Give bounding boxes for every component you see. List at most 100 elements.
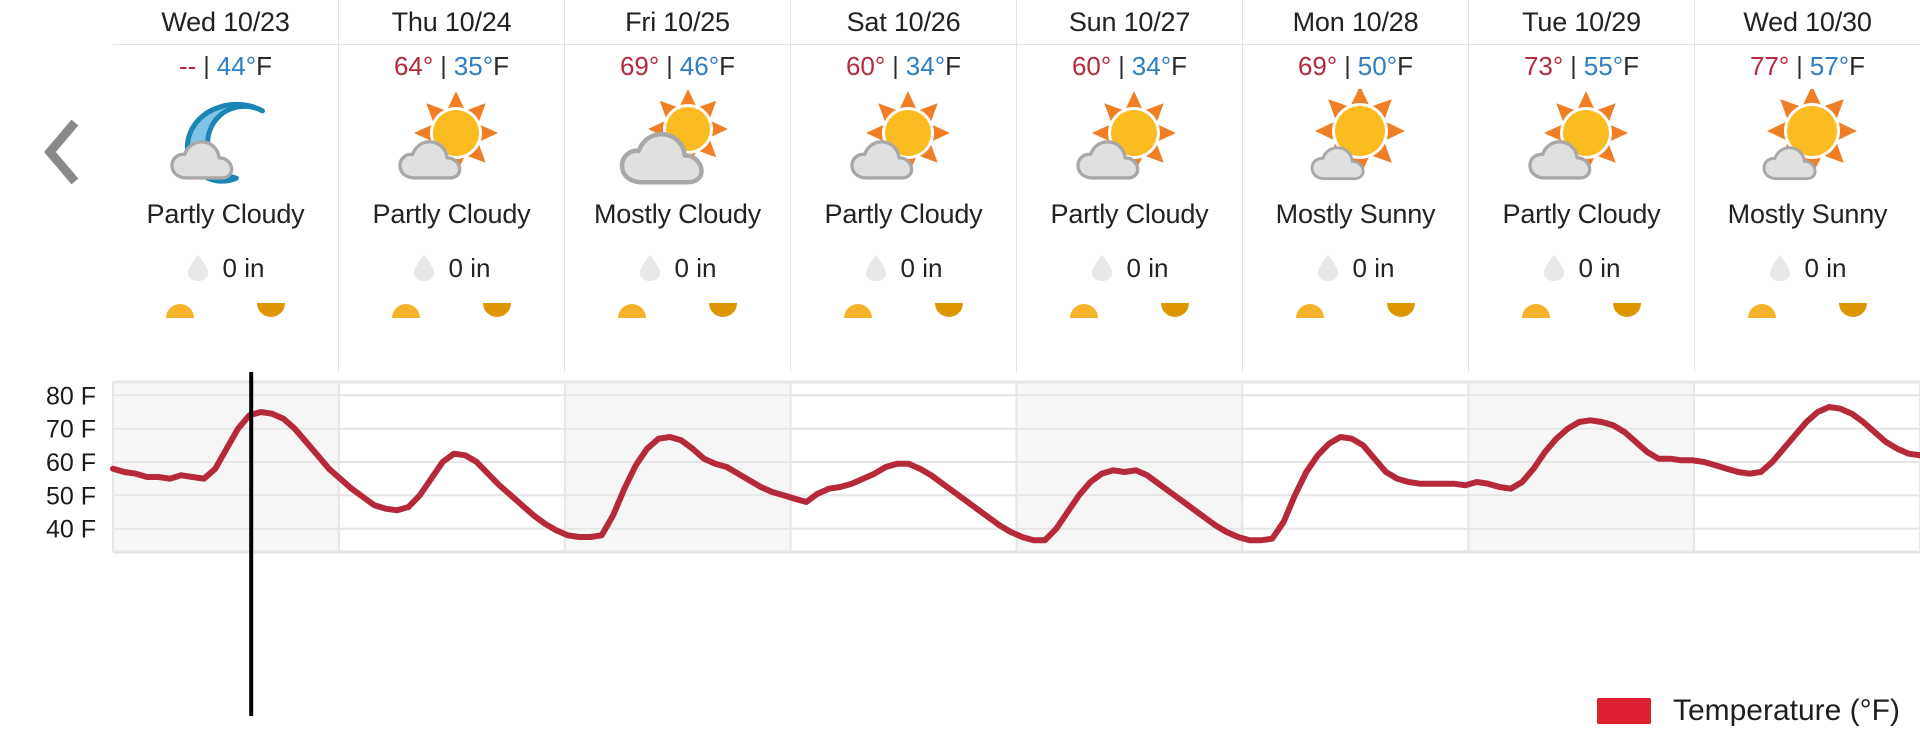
daily-forecast-columns: Wed 10/23 -- | 44° F Partly Cloudy 0 in Thu 10/… (113, 0, 1920, 372)
sun-cloud-icon (1017, 87, 1242, 199)
raindrop-icon (1543, 255, 1564, 281)
high-temp: 69° (1297, 50, 1338, 81)
day-column[interactable]: Tue 10/29 73° | 55° F Partly Cloudy 0 in (1469, 0, 1695, 372)
day-column[interactable]: Sat 10/26 60° | 34° F Partly Cloudy 0 in (791, 0, 1017, 372)
day-precipitation: 0 in (1017, 245, 1242, 291)
temp-separator: | (1118, 51, 1125, 80)
raindrop-icon (1769, 255, 1790, 281)
sunrise-icon (1521, 302, 1551, 319)
day-date: Tue 10/29 (1469, 0, 1694, 45)
sunset-icon (1838, 302, 1868, 319)
raindrop-icon (639, 255, 660, 281)
sun-times (1017, 291, 1242, 329)
day-condition: Mostly Cloudy (594, 199, 761, 229)
moon-cloud-icon (113, 87, 338, 199)
high-temp: 73° (1523, 50, 1564, 81)
day-temperatures: 64° | 35° F (339, 45, 564, 87)
high-temp: -- (178, 50, 197, 81)
day-column[interactable]: Wed 10/23 -- | 44° F Partly Cloudy 0 in (113, 0, 339, 372)
precip-amount: 0 in (222, 252, 265, 283)
temp-unit: F (1849, 50, 1866, 81)
raindrop-icon (1091, 255, 1112, 281)
sunset-icon (482, 302, 512, 319)
day-temperatures: 73° | 55° F (1469, 45, 1694, 87)
day-precipitation: 0 in (1243, 245, 1468, 291)
sun-cloud-icon (339, 87, 564, 199)
day-date: Sat 10/26 (791, 0, 1016, 45)
day-precipitation: 0 in (565, 245, 790, 291)
day-column[interactable]: Sun 10/27 60° | 34° F Partly Cloudy 0 in (1017, 0, 1243, 372)
raindrop-icon (187, 255, 208, 281)
sunset-icon (256, 302, 286, 319)
day-column[interactable]: Fri 10/25 69° | 46° F Mostly Cloudy 0 in (565, 0, 791, 372)
temp-unit: F (1623, 50, 1640, 81)
temp-unit: F (1171, 50, 1188, 81)
high-temp: 60° (1071, 50, 1112, 81)
day-condition: Partly Cloudy (1502, 199, 1661, 229)
low-temp: 34° (1131, 50, 1172, 81)
low-temp: 55° (1583, 50, 1624, 81)
sun-cloud-icon (1469, 87, 1694, 199)
day-temperatures: 60° | 34° F (791, 45, 1016, 87)
day-temperatures: 77° | 57° F (1695, 45, 1920, 87)
previous-days-button[interactable] (26, 112, 96, 192)
day-condition: Partly Cloudy (146, 199, 305, 229)
sunrise-icon (165, 302, 195, 319)
precip-amount: 0 in (1126, 252, 1169, 283)
sun-small-cloud-icon (1243, 87, 1468, 199)
day-precipitation: 0 in (1695, 245, 1920, 291)
chevron-left-icon (42, 120, 80, 184)
sunset-icon (1386, 302, 1416, 319)
temp-separator: | (892, 51, 899, 80)
sun-times (1243, 291, 1468, 329)
day-date: Thu 10/24 (339, 0, 564, 45)
svg-text:80 F: 80 F (46, 382, 96, 410)
low-temp: 46° (679, 50, 720, 81)
legend-label: Temperature (°F) (1672, 694, 1900, 727)
temp-separator: | (666, 51, 673, 80)
high-temp: 69° (619, 50, 660, 81)
temp-separator: | (203, 51, 210, 80)
day-date: Wed 10/23 (113, 0, 338, 45)
day-column[interactable]: Mon 10/28 69° | 50° F Mostly Sunny 0 in (1243, 0, 1469, 372)
day-date: Mon 10/28 (1243, 0, 1468, 45)
day-precipitation: 0 in (339, 245, 564, 291)
day-temperatures: 69° | 50° F (1243, 45, 1468, 87)
raindrop-icon (865, 255, 886, 281)
precip-amount: 0 in (448, 252, 491, 283)
day-date: Sun 10/27 (1017, 0, 1242, 45)
day-temperatures: 69° | 46° F (565, 45, 790, 87)
precip-amount: 0 in (900, 252, 943, 283)
high-temp: 60° (845, 50, 886, 81)
svg-text:60 F: 60 F (46, 449, 96, 477)
precip-amount: 0 in (1352, 252, 1395, 283)
sunrise-icon (391, 302, 421, 319)
svg-text:40 F: 40 F (46, 516, 96, 544)
temp-unit: F (493, 50, 510, 81)
raindrop-icon (413, 255, 434, 281)
day-condition: Mostly Sunny (1727, 199, 1888, 229)
sun-small-cloud-icon (1695, 87, 1920, 199)
sunrise-icon (1069, 302, 1099, 319)
sunset-icon (1612, 302, 1642, 319)
day-condition: Mostly Sunny (1275, 199, 1436, 229)
temp-unit: F (256, 50, 273, 81)
svg-text:50 F: 50 F (46, 482, 96, 510)
temp-separator: | (1570, 51, 1577, 80)
sunrise-icon (843, 302, 873, 319)
temp-unit: F (719, 50, 736, 81)
sunset-icon (1160, 302, 1190, 319)
day-date: Fri 10/25 (565, 0, 790, 45)
day-column[interactable]: Wed 10/30 77° | 57° F Mostly Sunny 0 in (1695, 0, 1920, 372)
day-temperatures: -- | 44° F (113, 45, 338, 87)
low-temp: 57° (1809, 50, 1850, 81)
temp-separator: | (440, 51, 447, 80)
precip-amount: 0 in (1578, 252, 1621, 283)
chart-legend: Temperature (°F) (1596, 694, 1900, 728)
sun-times (791, 291, 1016, 329)
day-temperatures: 60° | 34° F (1017, 45, 1242, 87)
day-condition: Partly Cloudy (824, 199, 983, 229)
sun-times (1469, 291, 1694, 329)
temp-separator: | (1344, 51, 1351, 80)
day-column[interactable]: Thu 10/24 64° | 35° F Partly Cloudy 0 in (339, 0, 565, 372)
